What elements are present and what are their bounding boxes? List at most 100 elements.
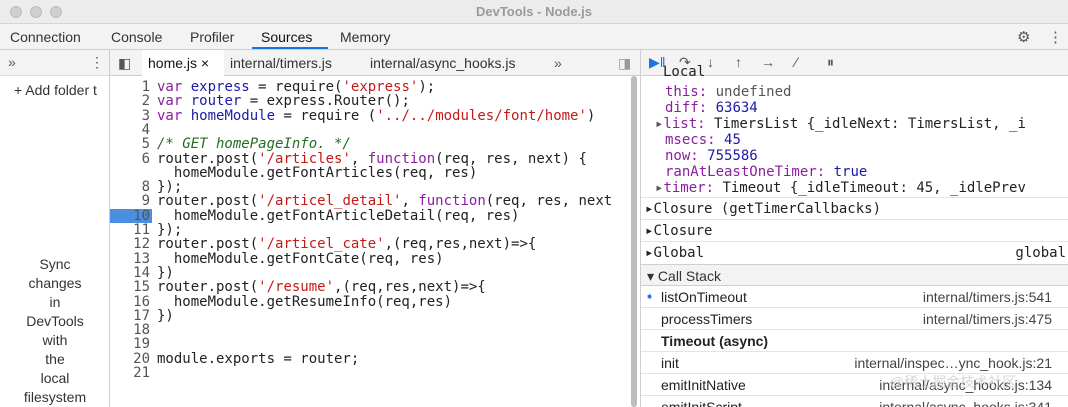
scope-var-timer[interactable]: ▸timer: Timeout {_idleTimeout: 45, _idle… bbox=[655, 180, 1026, 196]
line-number[interactable]: 10 bbox=[110, 209, 150, 223]
toggle-navigator-icon[interactable]: ◧ bbox=[118, 55, 131, 72]
tab-connection[interactable]: Connection bbox=[10, 29, 81, 45]
call-frame[interactable]: init internal/inspec…ync_hook.js:21 bbox=[641, 352, 1068, 374]
scope-var-list[interactable]: ▸list: TimersList {_idleNext: TimersList… bbox=[655, 116, 1026, 132]
code-line[interactable]: homeModule.getFontArticleDetail(req, res… bbox=[157, 209, 520, 223]
var-key: timer: bbox=[663, 180, 715, 196]
code-line[interactable]: }); bbox=[157, 180, 182, 194]
closure-scope-timercallbacks[interactable]: ▸Closure (getTimerCallbacks) bbox=[641, 197, 1068, 219]
line-number[interactable]: 9 bbox=[110, 194, 150, 208]
line-number[interactable]: 11 bbox=[110, 223, 150, 237]
sync-text-line: local bbox=[40, 370, 70, 386]
frame-location[interactable]: internal/timers.js:475 bbox=[923, 311, 1052, 327]
code-line[interactable]: var express = require('express'); bbox=[157, 80, 435, 94]
line-number[interactable]: 19 bbox=[110, 337, 150, 351]
editor-scrollbar[interactable] bbox=[631, 76, 637, 407]
more-options-icon[interactable]: ⋮ bbox=[1048, 28, 1063, 46]
sync-text-line: with bbox=[42, 332, 68, 348]
call-stack-header[interactable]: ▾ Call Stack bbox=[641, 264, 1068, 286]
file-tab-timers-js[interactable]: internal/timers.js bbox=[230, 55, 332, 71]
code-line[interactable]: /* GET homePageInfo. */ bbox=[157, 137, 351, 151]
sync-text-line: filesystem bbox=[23, 389, 87, 405]
line-number[interactable]: 3 bbox=[110, 109, 150, 123]
tab-console[interactable]: Console bbox=[111, 29, 162, 45]
code-line[interactable]: homeModule.getResumeInfo(req,res) bbox=[157, 295, 452, 309]
scope-var-this: this: undefined bbox=[665, 84, 791, 100]
line-number[interactable]: 13 bbox=[110, 252, 150, 266]
line-number[interactable]: 20 bbox=[110, 352, 150, 366]
code-line[interactable]: }) bbox=[157, 266, 174, 280]
deactivate-breakpoints-icon[interactable]: ⁄ bbox=[795, 54, 797, 70]
frame-location[interactable]: internal/inspec…ync_hook.js:21 bbox=[854, 355, 1052, 371]
tab-memory[interactable]: Memory bbox=[340, 29, 391, 45]
call-stack-label: Call Stack bbox=[657, 268, 721, 284]
var-value: 63634 bbox=[715, 100, 758, 116]
pause-on-exceptions-icon[interactable]: ⏸ bbox=[827, 54, 834, 71]
call-frame[interactable]: emitInitScript internal/async_hooks.js:34… bbox=[641, 396, 1068, 407]
line-number[interactable]: 8 bbox=[110, 180, 150, 194]
line-number[interactable]: 18 bbox=[110, 323, 150, 337]
line-number[interactable]: 21 bbox=[110, 366, 150, 380]
code-line[interactable]: router.post('/articles', function(req, r… bbox=[157, 152, 587, 166]
code-line[interactable]: homeModule.getFontArticles(req, res) bbox=[157, 166, 477, 180]
var-value: true bbox=[833, 164, 868, 180]
watermark: @稀土掘金技术社区 bbox=[890, 374, 1017, 390]
file-tab-async-hooks-js[interactable]: internal/async_hooks.js bbox=[370, 55, 516, 71]
code-line[interactable]: var homeModule = require ('../../modules… bbox=[157, 109, 595, 123]
file-tab-label: home.js bbox=[148, 55, 198, 71]
line-number[interactable]: 16 bbox=[110, 295, 150, 309]
scope-label: Global bbox=[653, 245, 705, 261]
var-key: list: bbox=[663, 116, 706, 132]
scope-var-ranatleastonetimer: ranAtLeastOneTimer: true bbox=[665, 164, 867, 180]
line-number[interactable]: 14 bbox=[110, 266, 150, 280]
code-line[interactable]: router.post('/articel_cate',(req,res,nex… bbox=[157, 237, 536, 251]
code-line[interactable]: router.post('/resume',(req,res,next)=>{ bbox=[157, 280, 486, 294]
file-tab-home-js[interactable]: home.js × bbox=[148, 55, 209, 71]
var-value: 45 bbox=[724, 132, 741, 148]
line-number[interactable]: 17 bbox=[110, 309, 150, 323]
call-frame[interactable]: processTimers internal/timers.js:475 bbox=[641, 308, 1068, 330]
closure-scope[interactable]: ▸Closure bbox=[641, 219, 1068, 241]
local-scope-header[interactable]: Local bbox=[663, 64, 705, 80]
sync-changes-message: Sync changes in DevTools with the local … bbox=[0, 255, 110, 407]
tab-sources[interactable]: Sources bbox=[261, 29, 312, 45]
line-number[interactable]: 4 bbox=[110, 123, 150, 137]
code-line[interactable]: }); bbox=[157, 223, 182, 237]
close-tab-icon[interactable]: × bbox=[201, 55, 209, 71]
async-label: Timeout (async) bbox=[661, 333, 769, 349]
code-line[interactable]: var router = express.Router(); bbox=[157, 94, 410, 108]
panel-tabbar: Connection Console Profiler Sources Memo… bbox=[0, 24, 1068, 50]
step-out-icon[interactable]: ↑ bbox=[735, 54, 742, 70]
navigator-more-tabs-icon[interactable]: » bbox=[8, 54, 16, 70]
sync-text-line: the bbox=[45, 351, 65, 367]
var-value: undefined bbox=[715, 84, 792, 100]
line-number[interactable]: 12 bbox=[110, 237, 150, 251]
title-bar: DevTools - Node.js bbox=[0, 0, 1068, 24]
toggle-debugger-icon[interactable]: ◨ bbox=[618, 55, 631, 72]
code-line[interactable]: router.post('/articel_detail', function(… bbox=[157, 194, 612, 208]
step-into-icon[interactable]: ↓ bbox=[707, 54, 714, 70]
scope-var-now: now: 755586 bbox=[665, 148, 758, 164]
global-scope[interactable]: ▸Global global bbox=[641, 241, 1068, 263]
more-tabs-icon[interactable]: » bbox=[554, 55, 562, 71]
var-value: Timeout {_idleTimeout: 45, _idlePrev bbox=[722, 180, 1026, 196]
add-folder-button[interactable]: + Add folder t bbox=[14, 82, 97, 98]
line-number[interactable]: 1 bbox=[110, 80, 150, 94]
frame-location[interactable]: internal/async_hooks.js:341 bbox=[879, 399, 1052, 407]
navigator-menu-icon[interactable]: ⋮ bbox=[90, 54, 104, 71]
tab-profiler[interactable]: Profiler bbox=[190, 29, 234, 45]
line-number[interactable]: 7 bbox=[110, 166, 150, 180]
line-number[interactable]: 6 bbox=[110, 152, 150, 166]
code-line[interactable]: }) bbox=[157, 309, 174, 323]
settings-gear-icon[interactable]: ⚙ bbox=[1017, 28, 1030, 46]
step-icon[interactable]: → bbox=[761, 54, 775, 70]
line-number[interactable]: 2 bbox=[110, 94, 150, 108]
line-number[interactable]: 15 bbox=[110, 280, 150, 294]
code-line[interactable]: homeModule.getFontCate(req, res) bbox=[157, 252, 444, 266]
call-frame[interactable]: ➧ listOnTimeout internal/timers.js:541 bbox=[641, 286, 1068, 308]
line-number[interactable]: 5 bbox=[110, 137, 150, 151]
frame-location[interactable]: internal/timers.js:541 bbox=[923, 289, 1052, 305]
code-line[interactable]: module.exports = router; bbox=[157, 352, 359, 366]
collapse-triangle-icon[interactable]: ▾ bbox=[647, 268, 658, 284]
var-key: diff: bbox=[665, 100, 708, 116]
